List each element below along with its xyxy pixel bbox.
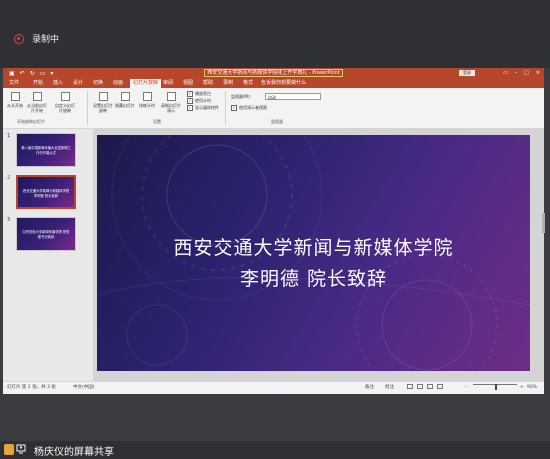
slide-editor: 西安交通大学新闻与新媒体学院 李明德 院长致辞: [93, 129, 544, 381]
record-slideshow-button[interactable]: 录制幻灯片演示: [161, 92, 181, 113]
slide-thumbnail[interactable]: 第八届中国新闻传播大会暨新闻工作坊开幕仪式: [16, 133, 76, 167]
tab-animations[interactable]: 动画: [113, 79, 123, 88]
hide-slide-icon: [120, 92, 130, 101]
screen-share-bar: 杨庆仪的屏幕共享: [0, 441, 550, 459]
slide-sorter-icon[interactable]: [417, 384, 423, 389]
record-slideshow-icon: [166, 92, 176, 101]
recording-bar: 录制中: [0, 0, 550, 68]
ribbon: 从头开始 从当前幻灯片开始 自定义幻灯片放映 开始放映幻灯片 设置幻灯片放映 隐…: [3, 88, 544, 129]
slide-thumbnail-selected[interactable]: 西安交通大学新闻与新媒体学院 李明德 院长致辞: [16, 175, 76, 209]
language-status[interactable]: 中文(中国): [73, 384, 95, 391]
screen-share-icon: [16, 444, 26, 454]
ribbon-options-icon[interactable]: ▭: [503, 69, 508, 78]
thumbnail-text: 第八届中国新闻传播大会暨新闻工作坊开幕仪式: [21, 146, 71, 155]
custom-show-button[interactable]: 自定义幻灯片放映: [55, 92, 75, 113]
tab-design[interactable]: 设计: [73, 79, 83, 88]
group-label-start: 开始放映幻灯片: [17, 119, 45, 124]
tab-insert[interactable]: 插入: [53, 79, 63, 88]
close-icon[interactable]: ✕: [536, 69, 540, 78]
tab-slideshow[interactable]: 幻灯片放映: [130, 79, 162, 88]
thumbnail-text: 中央党校大学新闻传播学院 院党委书记致辞: [22, 230, 70, 239]
slide-count-status: 幻灯片 第 2 张，共 3 张: [7, 385, 56, 390]
rehearse-timings-button[interactable]: 排练计时: [137, 92, 157, 108]
minimize-icon[interactable]: –: [515, 69, 518, 78]
monitor-label: 监视器(M):: [231, 94, 251, 99]
slide-number: 1: [7, 133, 11, 139]
ribbon-tabs: 文件 开始 插入 设计 切换 动画 幻灯片放映 审阅 视图 帮助 录制 格式 告…: [3, 79, 544, 88]
timer-icon: [142, 92, 152, 101]
setup-show-icon: [98, 92, 108, 101]
comments-button[interactable]: 批注: [385, 384, 394, 391]
tab-help[interactable]: 帮助: [203, 79, 213, 88]
maximize-icon[interactable]: □: [524, 69, 529, 78]
tab-file[interactable]: 文件: [9, 79, 19, 88]
tell-me-search[interactable]: 告诉我你想要做什么: [261, 79, 306, 88]
zoom-in-icon[interactable]: +: [520, 384, 524, 391]
slide-title-line1: 西安交通大学新闻与新媒体学院: [173, 237, 454, 259]
use-timings-checkbox[interactable]: ✓ 使用计时: [187, 98, 211, 104]
slide-number: 3: [7, 217, 11, 223]
slide-thumbnails-pane: 1 第八届中国新闻传播大会暨新闻工作坊开幕仪式 2 西安交通大学新闻与新媒体学院…: [3, 129, 93, 381]
group-label-setup: 设置: [153, 119, 161, 124]
title-bar: ▣ ↶ ↻ ▭ ▾ 西安交通大学新闻与新媒体学院线上开学典礼 - PowerPo…: [3, 68, 544, 79]
slide-thumbnail[interactable]: 中央党校大学新闻传播学院 院党委书记致辞: [16, 217, 76, 251]
ribbon-separator: [225, 91, 226, 125]
tab-home[interactable]: 开始: [33, 79, 43, 88]
zoom-out-icon[interactable]: –: [465, 384, 467, 391]
window-controls: ▭ – □ ✕: [503, 69, 540, 78]
zoom-slider-thumb[interactable]: [495, 384, 497, 390]
normal-view-icon[interactable]: [407, 384, 413, 389]
presenter-avatar-icon: [4, 444, 14, 455]
slideshow-start-icon: [10, 92, 20, 101]
from-beginning-button[interactable]: 从头开始: [5, 92, 25, 108]
play-narrations-checkbox[interactable]: ✓ 播放旁白: [187, 91, 211, 97]
show-media-controls-checkbox[interactable]: ✓ 显示媒体控件: [187, 105, 219, 111]
slideshow-view-icon[interactable]: [437, 384, 443, 389]
powerpoint-window: ▣ ↶ ↻ ▭ ▾ 西安交通大学新闻与新媒体学院线上开学典礼 - PowerPo…: [3, 68, 545, 394]
ribbon-separator: [87, 91, 88, 125]
tab-format[interactable]: 格式: [243, 79, 253, 88]
slide-title-line2: 李明德 院长致辞: [239, 268, 388, 290]
reading-view-icon[interactable]: [427, 384, 433, 389]
vertical-scrollbar[interactable]: [542, 213, 545, 233]
group-label-monitors: 监视器: [271, 119, 283, 124]
status-bar: 幻灯片 第 2 张，共 3 张 中文(中国) 备注 批注 – + 90%: [3, 381, 544, 394]
monitor-select[interactable]: 自动: [265, 93, 321, 100]
tab-review[interactable]: 审阅: [163, 79, 173, 88]
tab-transitions[interactable]: 切换: [93, 79, 103, 88]
from-current-button[interactable]: 从当前幻灯片开始: [27, 92, 47, 113]
thumbnail-text: 西安交通大学新闻与新媒体学院 李明德 院长致辞: [22, 189, 70, 198]
screen-share-label: 杨庆仪的屏幕共享: [34, 447, 114, 458]
tab-record[interactable]: 录制: [223, 79, 233, 88]
notes-button[interactable]: 备注: [365, 384, 374, 391]
presenter-view-checkbox[interactable]: ✓ 使用演示者视图: [231, 105, 267, 111]
tab-view[interactable]: 视图: [183, 79, 193, 88]
slide-number: 2: [7, 175, 11, 181]
recording-label: 录制中: [32, 35, 60, 45]
zoom-level[interactable]: 90%: [527, 384, 537, 391]
slideshow-current-icon: [32, 92, 42, 101]
current-slide[interactable]: 西安交通大学新闻与新媒体学院 李明德 院长致辞: [97, 135, 530, 371]
custom-show-icon: [60, 92, 70, 101]
record-icon[interactable]: [14, 34, 24, 44]
setup-show-button[interactable]: 设置幻灯片放映: [93, 92, 113, 113]
signin-button[interactable]: 登录: [459, 70, 475, 76]
hide-slide-button[interactable]: 隐藏幻灯片: [115, 92, 135, 108]
